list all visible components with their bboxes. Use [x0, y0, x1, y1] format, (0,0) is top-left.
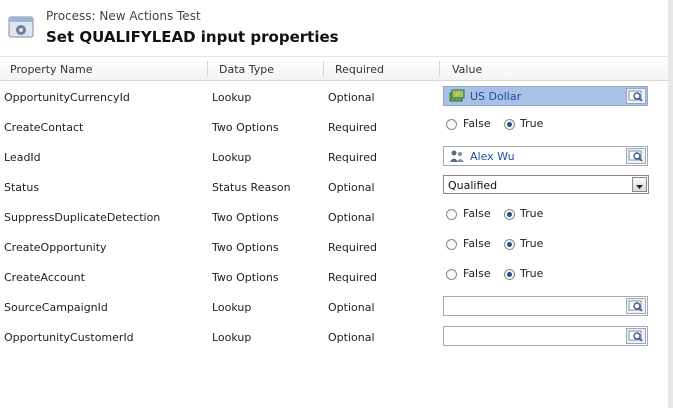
vertical-scrollbar[interactable]: [668, 0, 673, 408]
column-header-property-name[interactable]: Property Name: [10, 63, 93, 76]
lookup-search-icon[interactable]: [626, 298, 646, 314]
column-divider: [323, 61, 324, 77]
true-radio-label[interactable]: True: [520, 117, 543, 130]
property-name: CreateAccount: [4, 271, 85, 284]
required-level: Required: [328, 271, 377, 284]
lookup-value-link[interactable]: US Dollar: [470, 90, 521, 103]
data-type: Two Options: [212, 271, 279, 284]
property-name: SuppressDuplicateDetection: [4, 211, 161, 224]
true-radio[interactable]: [504, 269, 515, 280]
required-level: Optional: [328, 181, 375, 194]
process-gear-icon: [8, 16, 34, 38]
status-select[interactable]: Qualified: [443, 175, 649, 194]
property-name: OpportunityCustomerId: [4, 331, 134, 344]
false-radio[interactable]: [446, 239, 457, 250]
currency-icon: [449, 89, 465, 102]
table-row: Status Status Reason Optional Qualified: [0, 173, 668, 203]
radio-selected-dot: [507, 272, 512, 277]
column-header-required[interactable]: Required: [335, 63, 384, 76]
lookup-value-link[interactable]: Alex Wu: [470, 150, 515, 163]
lookup-field[interactable]: US Dollar: [443, 86, 648, 106]
lookup-search-icon[interactable]: [626, 88, 646, 104]
property-name: SourceCampaignId: [4, 301, 108, 314]
true-radio[interactable]: [504, 119, 515, 130]
lookup-field[interactable]: [443, 296, 648, 316]
data-type: Lookup: [212, 91, 252, 104]
required-level: Required: [328, 121, 377, 134]
table-row: CreateContact Two Options Required False T…: [0, 113, 668, 143]
lookup-search-icon[interactable]: [626, 148, 646, 164]
required-level: Required: [328, 151, 377, 164]
table-row: SuppressDuplicateDetection Two Options Opt…: [0, 203, 668, 233]
dropdown-arrow-button[interactable]: [632, 177, 647, 192]
false-radio[interactable]: [446, 269, 457, 280]
table-row: LeadId Lookup Required Alex Wu: [0, 143, 668, 173]
table-row: OpportunityCurrencyId Lookup Optional US D…: [0, 83, 668, 113]
column-divider: [207, 61, 208, 77]
table-header: Property Name Data Type Required Value: [0, 58, 668, 81]
lead-icon: [450, 150, 464, 162]
required-level: Optional: [328, 91, 375, 104]
radio-selected-dot: [507, 242, 512, 247]
table-row: CreateOpportunity Two Options Required Fal…: [0, 233, 668, 263]
required-level: Optional: [328, 211, 375, 224]
false-radio-label[interactable]: False: [463, 117, 491, 130]
column-divider: [439, 61, 440, 77]
property-name: Status: [4, 181, 40, 194]
false-radio[interactable]: [446, 119, 457, 130]
true-radio-label[interactable]: True: [520, 267, 543, 280]
data-type: Two Options: [212, 241, 279, 254]
radio-selected-dot: [507, 212, 512, 217]
data-type: Two Options: [212, 211, 279, 224]
false-radio-label[interactable]: False: [463, 267, 491, 280]
false-radio-label[interactable]: False: [463, 237, 491, 250]
data-type: Lookup: [212, 301, 252, 314]
property-name: CreateOpportunity: [4, 241, 107, 254]
false-radio[interactable]: [446, 209, 457, 220]
lookup-field[interactable]: [443, 326, 648, 346]
true-radio[interactable]: [504, 209, 515, 220]
data-type: Two Options: [212, 121, 279, 134]
table-row: SourceCampaignId Lookup Optional: [0, 293, 668, 323]
lookup-field[interactable]: Alex Wu: [443, 146, 648, 166]
column-header-value[interactable]: Value: [452, 63, 482, 76]
status-select-value: Qualified: [448, 179, 498, 192]
data-type: Lookup: [212, 331, 252, 344]
true-radio-label[interactable]: True: [520, 207, 543, 220]
property-name: CreateContact: [4, 121, 84, 134]
radio-selected-dot: [507, 122, 512, 127]
chevron-down-icon: [636, 185, 643, 189]
required-level: Optional: [328, 331, 375, 344]
data-type: Lookup: [212, 151, 252, 164]
process-label: Process: New Actions Test: [46, 9, 201, 23]
data-type: Status Reason: [212, 181, 291, 194]
page-title: Set QUALIFYLEAD input properties: [46, 28, 339, 46]
true-radio[interactable]: [504, 239, 515, 250]
table-row: OpportunityCustomerId Lookup Optional: [0, 323, 668, 353]
property-name: OpportunityCurrencyId: [4, 91, 130, 104]
required-level: Optional: [328, 301, 375, 314]
required-level: Required: [328, 241, 377, 254]
false-radio-label[interactable]: False: [463, 207, 491, 220]
lookup-search-icon[interactable]: [626, 328, 646, 344]
property-name: LeadId: [4, 151, 41, 164]
table-row: CreateAccount Two Options Required False T…: [0, 263, 668, 293]
dialog-header: Process: New Actions Test Set QUALIFYLEA…: [0, 0, 668, 57]
true-radio-label[interactable]: True: [520, 237, 543, 250]
column-header-data-type[interactable]: Data Type: [219, 63, 274, 76]
